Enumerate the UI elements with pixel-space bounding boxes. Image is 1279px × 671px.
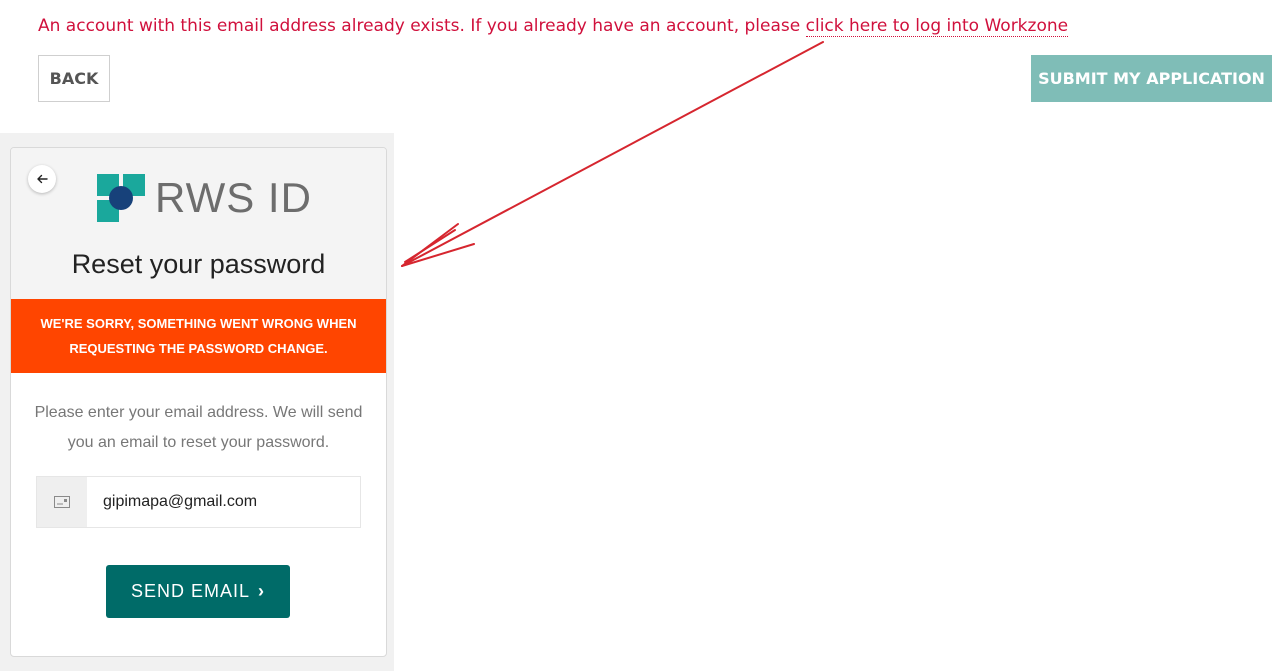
back-arrow-button[interactable] (28, 165, 56, 193)
instructions-text: Please enter your email address. We will… (34, 404, 363, 451)
send-email-label: SEND EMAIL (130, 581, 251, 601)
logo-wordmark: RWS ID (155, 174, 312, 221)
submit-application-button[interactable]: SUBMIT MY APPLICATION (1031, 55, 1272, 102)
error-alert-banner: WE'RE SORRY, SOMETHING WENT WRONG WHEN R… (11, 299, 386, 373)
envelope-icon (54, 496, 70, 508)
card-header: RWS ID Reset your password (11, 148, 386, 299)
rws-logo-icon (97, 174, 145, 222)
email-input[interactable] (87, 477, 360, 527)
account-exists-error: An account with this email address alrea… (38, 16, 1069, 37)
reset-password-card: RWS ID Reset your password WE'RE SORRY, … (10, 147, 387, 657)
login-workzone-link[interactable]: click here to log into Workzone (805, 16, 1069, 37)
arrow-left-icon (37, 174, 48, 184)
email-addon (37, 477, 87, 527)
error-message-text: An account with this email address alrea… (38, 16, 806, 36)
send-email-button[interactable]: SEND EMAIL › (106, 565, 290, 618)
email-field-group (36, 476, 361, 528)
chevron-right-icon: › (258, 581, 266, 601)
back-button[interactable]: BACK (38, 55, 110, 102)
rws-logo: RWS ID (97, 174, 312, 222)
page-title: Reset your password (71, 249, 326, 279)
